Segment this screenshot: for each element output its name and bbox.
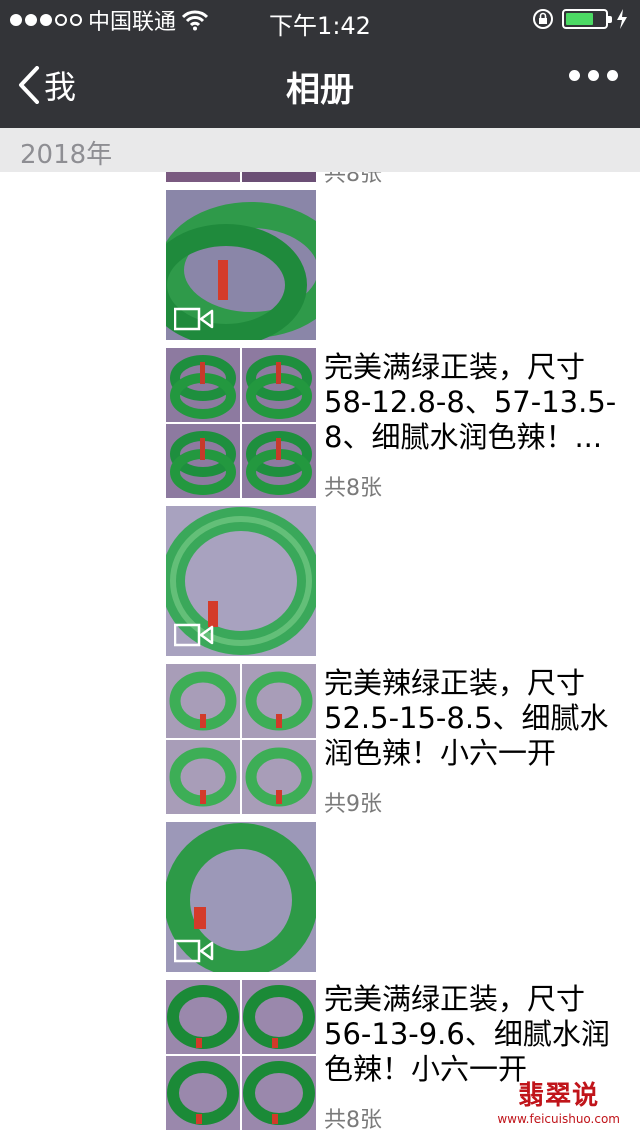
more-button[interactable] — [569, 70, 618, 81]
video-thumbnail[interactable] — [166, 822, 316, 972]
post-caption[interactable]: 完美辣绿正装，尺寸52.5-15-8.5、细腻水润色辣！小六一开 — [324, 666, 624, 771]
status-right — [532, 8, 628, 30]
post-thumbnail-grid[interactable] — [166, 980, 316, 1130]
page-title: 相册 — [286, 70, 354, 110]
post-thumbnail-grid[interactable] — [166, 348, 316, 498]
jade-bangle-grid-image — [166, 348, 316, 498]
post-thumbnail-grid[interactable] — [166, 664, 316, 814]
post-caption[interactable]: 完美满绿正装，尺寸56-13-9.6、细腻水润色辣！小六一开 — [324, 982, 624, 1087]
watermark-logo: 翡翠说 www.feicuishuo.com — [497, 1075, 620, 1126]
post-photo-count: 共8张 — [324, 476, 382, 501]
video-thumbnail[interactable] — [166, 190, 316, 340]
jade-bangle-grid-image — [166, 664, 316, 814]
video-camera-icon — [174, 307, 214, 331]
partial-post-thumbnail[interactable] — [166, 172, 316, 182]
post-photo-count: 共8张 — [324, 1108, 382, 1133]
nav-bar: 我 相册 — [0, 40, 640, 128]
jade-bangle-grid-image — [166, 980, 316, 1130]
video-thumbnail[interactable] — [166, 506, 316, 656]
video-camera-icon — [174, 623, 214, 647]
status-bar: 中国联通 下午1:42 — [0, 0, 640, 40]
watermark-url: www.feicuishuo.com — [497, 1112, 620, 1126]
watermark-title: 翡翠说 — [518, 1081, 600, 1111]
album-feed[interactable]: 共8张 完美满绿正装，尺寸58-12.8-8、57-13.5-8、细腻水润色辣！… — [0, 172, 640, 1136]
post-photo-count: 共9张 — [324, 792, 382, 817]
charging-icon — [617, 9, 627, 29]
more-dots-icon — [569, 70, 580, 81]
post-caption[interactable]: 完美满绿正装，尺寸58-12.8-8、57-13.5-8、细腻水润色辣！... — [324, 350, 624, 455]
year-label: 2018年 — [20, 140, 113, 170]
video-camera-icon — [174, 939, 214, 963]
year-header: 2018年 — [0, 128, 640, 172]
partial-post-count: 共8张 — [324, 172, 382, 187]
orientation-lock-icon — [533, 9, 553, 29]
battery-icon — [562, 9, 612, 29]
